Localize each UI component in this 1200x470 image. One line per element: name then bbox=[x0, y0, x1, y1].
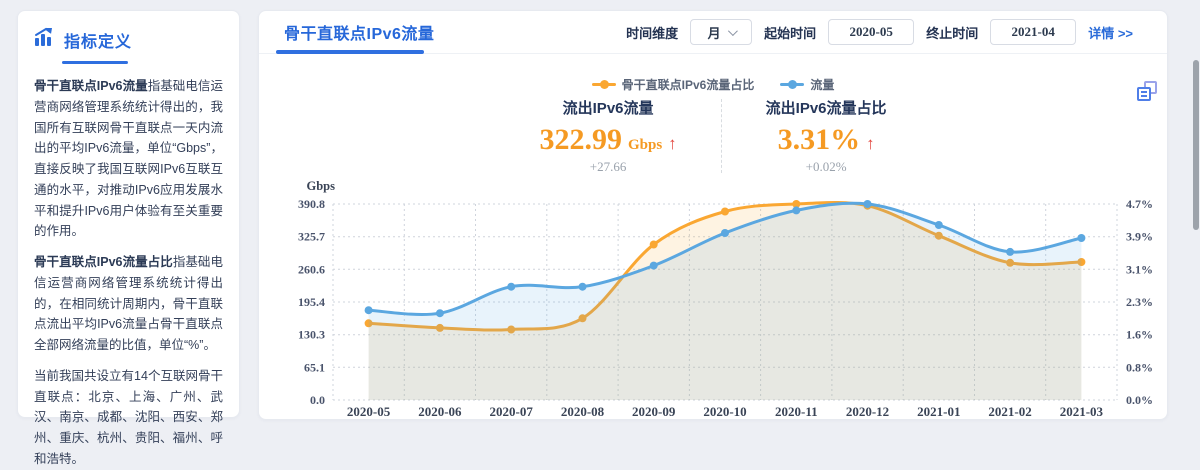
svg-text:2020-06: 2020-06 bbox=[418, 404, 462, 419]
svg-text:2021-01: 2021-01 bbox=[917, 404, 960, 419]
stats-divider bbox=[721, 99, 722, 173]
start-time-label: 起始时间 bbox=[764, 23, 816, 42]
active-tab-underline bbox=[276, 50, 424, 54]
ipv6-traffic-line-chart: 0.0 0.0% 65.1 0.8% 130.3 1.6% 195.4 2.3% 260.6 3.… bbox=[259, 171, 1169, 419]
end-time-value: 2021-04 bbox=[1012, 24, 1055, 40]
svg-text:0.0%: 0.0% bbox=[1126, 393, 1153, 407]
detail-link[interactable]: 详情 >> bbox=[1088, 23, 1133, 42]
chevron-down-icon bbox=[728, 26, 738, 36]
stat-label: 流出IPv6流量 bbox=[539, 97, 676, 118]
svg-text:1.6%: 1.6% bbox=[1126, 328, 1153, 342]
definition-text: 指基础电信运营商网络管理系统统计得出的，在相同统计周期内，骨干直联点流出平均IP… bbox=[34, 255, 223, 352]
definition-term: 骨干直联点IPv6流量占比 bbox=[34, 255, 173, 269]
panel-header: 骨干直联点IPv6流量 时间维度 月 起始时间 2020-05 终止时间 202… bbox=[259, 11, 1167, 54]
stat-unit: Gbps bbox=[628, 137, 662, 154]
svg-text:2020-10: 2020-10 bbox=[703, 404, 746, 419]
time-dimension-value: 月 bbox=[708, 23, 721, 42]
svg-text:2020-12: 2020-12 bbox=[846, 404, 889, 419]
legend-item-traffic[interactable]: 流量 bbox=[780, 76, 834, 93]
definition-term: 骨干直联点IPv6流量 bbox=[34, 79, 148, 93]
svg-text:2.3%: 2.3% bbox=[1126, 295, 1153, 309]
blue-legend-marker-icon bbox=[780, 83, 804, 86]
definition-paragraph-ratio: 骨干直联点IPv6流量占比指基础电信运营商网络管理系统统计得出的，在相同统计周期… bbox=[34, 252, 223, 356]
end-time-label: 终止时间 bbox=[926, 23, 978, 42]
svg-text:2020-05: 2020-05 bbox=[347, 404, 391, 419]
start-time-input[interactable]: 2020-05 bbox=[828, 19, 914, 45]
stat-out-traffic: 流出IPv6流量 322.99 Gbps ↑ +27.66 bbox=[503, 97, 712, 175]
start-time-value: 2020-05 bbox=[850, 24, 893, 40]
orange-legend-marker-icon bbox=[592, 83, 616, 86]
legend-label: 骨干直联点IPv6流量占比 bbox=[622, 76, 755, 93]
legend-label: 流量 bbox=[810, 76, 834, 93]
title-underline bbox=[62, 61, 128, 64]
svg-text:0.8%: 0.8% bbox=[1126, 360, 1153, 374]
stat-value: 3.31% bbox=[778, 123, 861, 157]
definition-text: 指基础电信运营商网络管理系统统计得出的，我国所有互联网骨干直联点一天内流出的平均… bbox=[34, 79, 223, 238]
legend-item-ratio[interactable]: 骨干直联点IPv6流量占比 bbox=[592, 76, 755, 93]
svg-text:260.6: 260.6 bbox=[298, 262, 325, 276]
panel-title: 骨干直联点IPv6流量 bbox=[284, 20, 434, 44]
indicator-definition-title: 指标定义 bbox=[64, 28, 132, 52]
time-dimension-select[interactable]: 月 bbox=[690, 19, 752, 45]
svg-text:0.0: 0.0 bbox=[310, 393, 325, 407]
headline-stats: 流出IPv6流量 322.99 Gbps ↑ +27.66 流出IPv6流量占比… bbox=[259, 97, 1167, 175]
svg-text:3.1%: 3.1% bbox=[1126, 262, 1153, 276]
chart-legend: 骨干直联点IPv6流量占比 流量 bbox=[259, 76, 1167, 93]
end-time-input[interactable]: 2021-04 bbox=[990, 19, 1076, 45]
up-arrow-icon: ↑ bbox=[866, 134, 875, 154]
stat-value: 322.99 bbox=[539, 123, 622, 157]
svg-text:2021-02: 2021-02 bbox=[988, 404, 1031, 419]
svg-text:130.3: 130.3 bbox=[298, 328, 325, 342]
svg-text:390.8: 390.8 bbox=[298, 197, 325, 211]
page-scrollbar[interactable] bbox=[1193, 60, 1199, 230]
svg-text:2020-07: 2020-07 bbox=[490, 404, 534, 419]
definition-text: 当前我国共设立有14个互联网骨干直联点：北京、上海、广州、武汉、南京、成都、沈阳… bbox=[34, 369, 223, 466]
indicator-definition-panel: 指标定义 骨干直联点IPv6流量指基础电信运营商网络管理系统统计得出的，我国所有… bbox=[17, 10, 240, 418]
definition-paragraph-traffic: 骨干直联点IPv6流量指基础电信运营商网络管理系统统计得出的，我国所有互联网骨干… bbox=[34, 76, 223, 242]
time-dimension-label: 时间维度 bbox=[626, 23, 678, 42]
svg-text:65.1: 65.1 bbox=[304, 360, 325, 374]
svg-text:325.7: 325.7 bbox=[298, 230, 325, 244]
svg-text:195.4: 195.4 bbox=[298, 295, 325, 309]
indicator-definition-header: 指标定义 bbox=[34, 27, 223, 52]
svg-text:Gbps: Gbps bbox=[307, 179, 336, 193]
svg-text:2020-08: 2020-08 bbox=[561, 404, 605, 419]
svg-text:2020-09: 2020-09 bbox=[632, 404, 676, 419]
svg-text:2021-03: 2021-03 bbox=[1060, 404, 1104, 419]
time-controls: 时间维度 月 起始时间 2020-05 终止时间 2021-04 详情 >> bbox=[626, 19, 1133, 45]
definition-paragraph-nodes: 当前我国共设立有14个互联网骨干直联点：北京、上海、广州、武汉、南京、成都、沈阳… bbox=[34, 366, 223, 470]
data-view-icon[interactable] bbox=[1137, 81, 1157, 101]
ipv6-traffic-panel: 骨干直联点IPv6流量 时间维度 月 起始时间 2020-05 终止时间 202… bbox=[258, 10, 1168, 420]
stat-out-ratio: 流出IPv6流量占比 3.31% ↑ +0.02% bbox=[730, 97, 923, 175]
svg-text:2020-11: 2020-11 bbox=[775, 404, 818, 419]
bar-chart-icon bbox=[34, 27, 56, 52]
stat-label: 流出IPv6流量占比 bbox=[766, 97, 887, 118]
up-arrow-icon: ↑ bbox=[668, 134, 677, 154]
svg-text:3.9%: 3.9% bbox=[1126, 230, 1153, 244]
svg-text:4.7%: 4.7% bbox=[1126, 197, 1153, 211]
